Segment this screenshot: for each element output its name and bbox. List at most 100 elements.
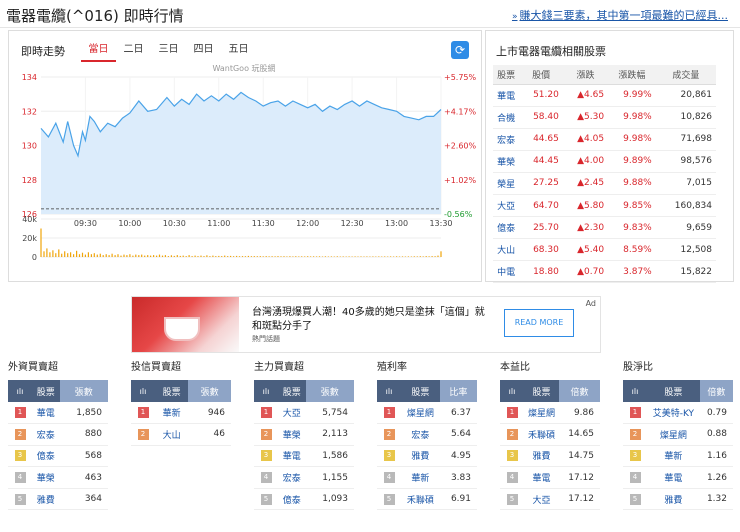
ranking-stock-name[interactable]: 艾美特-KY — [647, 402, 700, 425]
stock-name[interactable]: 大山 — [493, 238, 520, 262]
promo-link-text[interactable]: 賺大錢三要素，其中第一項最難的已經具... — [520, 9, 729, 22]
col-volume: 成交量 — [655, 65, 716, 85]
related-row[interactable]: 中電 18.80 ▲0.70 3.87% 15,822 — [493, 260, 716, 284]
stock-name[interactable]: 宏泰 — [493, 128, 520, 151]
volume-bar — [363, 256, 365, 257]
ranking-row[interactable]: 3 雅費 14.75 — [500, 445, 600, 468]
ranking-row[interactable]: 2 華榮 2,113 — [254, 423, 354, 446]
ranking-row[interactable]: 4 宏泰 1,155 — [254, 466, 354, 489]
ranking-title[interactable]: 本益比 — [500, 360, 600, 380]
ranking-stock-name[interactable]: 億泰 — [278, 488, 306, 511]
volume-bar — [324, 256, 326, 257]
ranking-stock-name[interactable]: 雅費 — [32, 488, 60, 511]
related-row[interactable]: 宏泰 44.65 ▲4.05 9.98% 71,698 — [493, 128, 716, 151]
stock-name[interactable]: 合機 — [493, 106, 520, 129]
ranking-row[interactable]: 1 華電 1,850 — [8, 402, 108, 425]
stock-name[interactable]: 中電 — [493, 260, 520, 284]
ranking-stock-name[interactable]: 禾聯碩 — [401, 488, 440, 511]
ad-image[interactable] — [132, 297, 239, 352]
ranking-row[interactable]: 3 華電 1,586 — [254, 445, 354, 468]
read-more-button[interactable]: READ MORE — [504, 309, 574, 337]
related-row[interactable]: 華電 51.20 ▲4.65 9.99% 20,861 — [493, 84, 716, 107]
ranking-row[interactable]: 3 雅費 4.95 — [377, 445, 477, 468]
related-row[interactable]: 華榮 44.45 ▲4.00 9.89% 98,576 — [493, 150, 716, 173]
related-row[interactable]: 億泰 25.70 ▲2.30 9.83% 9,659 — [493, 216, 716, 240]
ranking-row[interactable]: 1 艾美特-KY 0.79 — [623, 402, 733, 425]
ranking-value: 1.26 — [699, 466, 733, 489]
stock-change: ▲5.40 — [562, 238, 609, 262]
refresh-icon[interactable]: ⟳ — [451, 41, 469, 59]
related-row[interactable]: 合機 58.40 ▲5.30 9.98% 10,826 — [493, 106, 716, 129]
volume-bar — [227, 256, 229, 257]
rank-number-cell: 1 — [8, 402, 32, 425]
ranking-stock-name[interactable]: 雅費 — [401, 445, 440, 468]
ranking-row[interactable]: 2 宏泰 5.64 — [377, 423, 477, 446]
ranking-row[interactable]: 2 大山 46 — [131, 423, 231, 446]
ranking-stock-name[interactable]: 華電 — [278, 445, 306, 468]
ranking-stock-name[interactable]: 華榮 — [32, 466, 60, 489]
ranking-table: ılı 股票 比率 1 燦星網 6.37 2 宏泰 5.64 3 雅費 4.95 4 華新 3.83 5 禾聯碩… — [377, 380, 477, 511]
ranking-stock-name[interactable]: 大亞 — [524, 488, 559, 511]
rank-number-cell: 5 — [500, 488, 524, 511]
ranking-row[interactable]: 4 華榮 463 — [8, 466, 108, 489]
ranking-stock-name[interactable]: 雅費 — [647, 488, 700, 511]
ranking-stock-name[interactable]: 華新 — [155, 402, 189, 425]
ranking-title[interactable]: 主力買賣超 — [254, 360, 354, 380]
stock-name[interactable]: 榮星 — [493, 172, 520, 195]
ranking-row[interactable]: 5 雅費 1.32 — [623, 488, 733, 511]
ranking-row[interactable]: 2 宏泰 880 — [8, 423, 108, 446]
ranking-stock-name[interactable]: 宏泰 — [32, 423, 60, 446]
stock-name[interactable]: 華電 — [493, 84, 520, 107]
ranking-stock-name[interactable]: 燦星網 — [524, 402, 559, 425]
ad-banner[interactable]: 台灣湧現爆買人潮！40多歲的她只是塗抹「這個」就和斑點分手了 熱門話題 READ… — [131, 296, 601, 353]
col-stock: 股票 — [401, 380, 440, 402]
ranking-title[interactable]: 殖利率 — [377, 360, 477, 380]
ranking-row[interactable]: 1 燦星網 6.37 — [377, 402, 477, 425]
ranking-row[interactable]: 1 華新 946 — [131, 402, 231, 425]
related-row[interactable]: 大亞 64.70 ▲5.80 9.85% 160,834 — [493, 194, 716, 218]
volume-bar — [179, 255, 181, 257]
ranking-row[interactable]: 5 大亞 17.12 — [500, 488, 600, 511]
ranking-stock-name[interactable]: 華榮 — [278, 423, 306, 446]
stock-name[interactable]: 億泰 — [493, 216, 520, 240]
ranking-row[interactable]: 2 禾聯碩 14.65 — [500, 423, 600, 446]
ranking-row[interactable]: 5 禾聯碩 6.91 — [377, 488, 477, 511]
ranking-stock-name[interactable]: 華新 — [647, 445, 700, 468]
stock-volume: 9,659 — [655, 216, 716, 240]
ranking-stock-name[interactable]: 億泰 — [32, 445, 60, 468]
ranking-title[interactable]: 投信買賣超 — [131, 360, 231, 380]
ranking-row[interactable]: 5 億泰 1,093 — [254, 488, 354, 511]
related-row[interactable]: 榮星 27.25 ▲2.45 9.88% 7,015 — [493, 172, 716, 195]
ranking-stock-name[interactable]: 禾聯碩 — [524, 423, 559, 446]
ranking-stock-name[interactable]: 華新 — [401, 466, 440, 489]
ranking-row[interactable]: 3 億泰 568 — [8, 445, 108, 468]
ranking-stock-name[interactable]: 雅費 — [524, 445, 559, 468]
ranking-row[interactable]: 4 華電 17.12 — [500, 466, 600, 489]
ranking-row[interactable]: 4 華電 1.26 — [623, 466, 733, 489]
stock-name[interactable]: 華榮 — [493, 150, 520, 173]
related-row[interactable]: 大山 68.30 ▲5.40 8.59% 12,508 — [493, 238, 716, 262]
ranking-stock-name[interactable]: 華電 — [524, 466, 559, 489]
ranking-stock-name[interactable]: 華電 — [32, 402, 60, 425]
promo-link[interactable]: » 賺大錢三要素，其中第一項最難的已經具... — [512, 7, 728, 23]
ranking-row[interactable]: 1 燦星網 9.86 — [500, 402, 600, 425]
ad-headline[interactable]: 台灣湧現爆買人潮！40多歲的她只是塗抹「這個」就和斑點分手了 — [252, 306, 492, 334]
ranking-row[interactable]: 5 雅費 364 — [8, 488, 108, 511]
ranking-row[interactable]: 2 燦星網 0.88 — [623, 423, 733, 446]
ranking-title[interactable]: 外資買賣超 — [8, 360, 108, 380]
ranking-stock-name[interactable]: 燦星網 — [647, 423, 700, 446]
ranking-row[interactable]: 3 華新 1.16 — [623, 445, 733, 468]
ranking-stock-name[interactable]: 宏泰 — [278, 466, 306, 489]
ranking-stock-name[interactable]: 華電 — [647, 466, 700, 489]
ranking-row[interactable]: 4 華新 3.83 — [377, 466, 477, 489]
ranking-stock-name[interactable]: 燦星網 — [401, 402, 440, 425]
ranking-block: 殖利率 ılı 股票 比率 1 燦星網 6.37 2 宏泰 5.64 3 雅費 4.95 4 華新 3.83 5… — [377, 360, 477, 511]
ranking-stock-name[interactable]: 大山 — [155, 423, 189, 446]
stock-name[interactable]: 大亞 — [493, 194, 520, 218]
col-change-pct: 漲跌幅 — [608, 65, 656, 85]
ranking-title[interactable]: 股淨比 — [623, 360, 733, 380]
ranking-row[interactable]: 1 大亞 5,754 — [254, 402, 354, 425]
ranking-stock-name[interactable]: 大亞 — [278, 402, 306, 425]
ranking-stock-name[interactable]: 宏泰 — [401, 423, 440, 446]
col-stock: 股票 — [155, 380, 189, 402]
